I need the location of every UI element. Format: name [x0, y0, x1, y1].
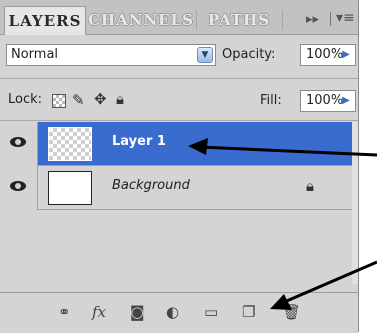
layer-row-background[interactable]: Background 🔒︎: [0, 166, 352, 210]
eye-icon: [10, 181, 26, 191]
layers-list: Layer 1 Background 🔒︎: [0, 122, 352, 284]
visibility-toggle[interactable]: [0, 166, 38, 210]
layers-panel: LAYERS CHANNELS PATHS ▸▸ ▾≡ Normal ▼ Opa…: [0, 0, 359, 333]
layer-thumbnail: [48, 171, 92, 205]
blend-mode-value: Normal: [11, 47, 59, 62]
layer-name[interactable]: Layer 1: [112, 134, 166, 149]
layers-toolbar: ⚭ fx ◙ ◐ ▭ ❐ 🗑︎: [0, 292, 358, 333]
tab-paths[interactable]: PATHS: [200, 6, 278, 34]
lock-brush-icon[interactable]: ✎: [72, 91, 85, 109]
visibility-toggle[interactable]: [0, 122, 38, 166]
menu-divider: [330, 12, 331, 26]
tab-layers[interactable]: LAYERS: [4, 6, 86, 35]
lock-icon: 🔒︎: [306, 177, 314, 195]
adjustment-layer-icon[interactable]: ◐: [166, 303, 179, 321]
lock-label: Lock:: [8, 92, 43, 107]
chevron-down-icon[interactable]: ▼: [197, 47, 213, 63]
layer-mask-icon[interactable]: ◙: [130, 303, 145, 321]
opacity-slider-arrow-icon[interactable]: ▶: [340, 45, 352, 65]
new-group-icon[interactable]: ▭: [204, 303, 218, 321]
layer-name[interactable]: Background: [112, 178, 190, 193]
new-layer-icon[interactable]: ❐: [242, 303, 255, 321]
layer-style-icon[interactable]: fx: [92, 303, 106, 321]
fill-value: 100%: [306, 93, 344, 108]
divider: [0, 78, 358, 79]
double-arrow-icon[interactable]: ▸▸: [306, 12, 319, 27]
tab-channels[interactable]: CHANNELS: [88, 6, 193, 34]
blend-mode-dropdown[interactable]: Normal ▼: [6, 44, 216, 66]
fill-slider-arrow-icon[interactable]: ▶: [340, 91, 352, 111]
divider: [0, 120, 358, 121]
scrollbar[interactable]: [352, 122, 358, 284]
eye-icon: [10, 137, 26, 147]
opacity-value: 100%: [306, 47, 344, 62]
fill-label: Fill:: [260, 93, 282, 108]
delete-layer-icon[interactable]: 🗑︎: [282, 303, 301, 321]
lock-all-icon[interactable]: 🔒︎: [116, 90, 124, 108]
link-layers-icon[interactable]: ⚭: [58, 303, 71, 321]
panel-menu-icon[interactable]: ▾≡: [336, 10, 355, 26]
lock-move-icon[interactable]: ✥: [94, 90, 107, 108]
tab-divider: [282, 10, 283, 30]
layer-row-layer-1[interactable]: Layer 1: [0, 122, 352, 166]
opacity-label: Opacity:: [222, 47, 276, 62]
tab-divider: [196, 10, 197, 30]
layer-thumbnail: [48, 127, 92, 161]
lock-transparency-icon[interactable]: [52, 94, 66, 108]
panel-tab-bar: LAYERS CHANNELS PATHS ▸▸ ▾≡: [0, 0, 358, 35]
